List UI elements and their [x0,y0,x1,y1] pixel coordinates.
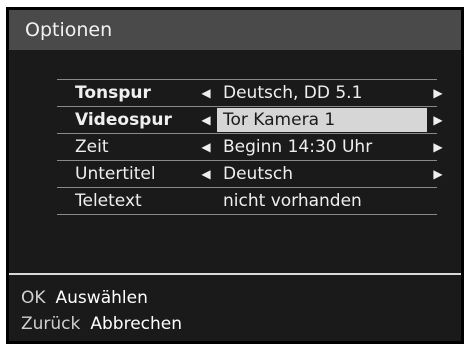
option-label: Untertitel [75,164,156,184]
arrow-right-icon[interactable]: ▶ [431,80,445,106]
footer-divider [9,273,461,275]
arrow-right-icon[interactable]: ▶ [431,107,445,133]
arrow-left-icon[interactable]: ◀ [199,161,213,187]
options-list: Tonspur ◀ Deutsch, DD 5.1 ▶ Videospur ◀ … [57,79,443,215]
arrow-left-icon[interactable]: ◀ [199,134,213,160]
option-row-zeit[interactable]: Zeit ◀ Beginn 14:30 Uhr ▶ [57,134,443,161]
arrow-right-icon[interactable]: ▶ [431,161,445,187]
hint-back[interactable]: Zurück Abbrechen [21,311,182,337]
option-label: Teletext [75,191,142,211]
ok-action-label: Auswählen [55,288,148,308]
option-value: Deutsch, DD 5.1 [223,83,363,103]
ok-key-label: OK [21,288,46,308]
arrow-left-icon[interactable]: ◀ [199,107,213,133]
option-value: Beginn 14:30 Uhr [223,137,373,157]
footer-hints: OK Auswählen Zurück Abbrechen [21,285,182,337]
option-value: Deutsch [223,164,293,184]
hint-ok[interactable]: OK Auswählen [21,285,182,311]
option-row-untertitel[interactable]: Untertitel ◀ Deutsch ▶ [57,161,443,188]
option-label: Zeit [75,137,109,157]
option-row-tonspur[interactable]: Tonspur ◀ Deutsch, DD 5.1 ▶ [57,79,443,107]
options-dialog: Optionen Tonspur ◀ Deutsch, DD 5.1 ▶ Vid… [6,7,464,344]
option-row-videospur[interactable]: Videospur ◀ Tor Kamera 1 ▶ [57,107,443,134]
option-label: Tonspur [75,83,151,103]
option-label: Videospur [75,110,172,130]
back-key-label: Zurück [21,314,81,334]
dialog-title: Optionen [9,10,461,50]
option-row-teletext: Teletext nicht vorhanden [57,188,437,215]
back-action-label: Abbrechen [90,314,183,334]
arrow-right-icon[interactable]: ▶ [431,134,445,160]
option-value: Tor Kamera 1 [217,108,427,132]
option-value: nicht vorhanden [223,191,362,211]
arrow-left-icon[interactable]: ◀ [199,80,213,106]
